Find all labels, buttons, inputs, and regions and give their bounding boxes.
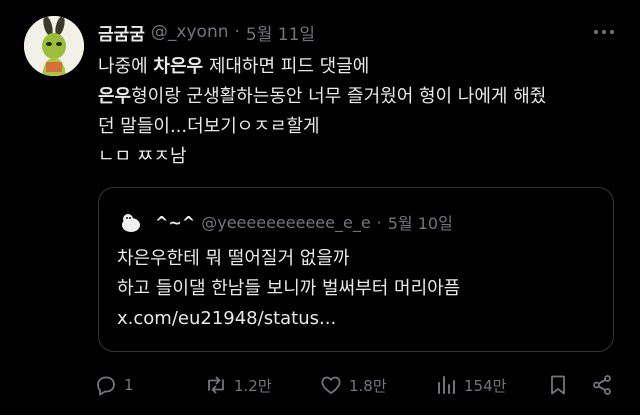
quoted-tweet[interactable]: ^~^ @yeeeeeeeeeee_e_e · 5월 10일 차은우한테 뭐 떨… [98,187,614,352]
quoted-line-2: 하고 들이댈 한남들 보니까 벌써부터 머리아픔 [117,278,461,299]
reply-button[interactable]: 1 [94,370,134,400]
reply-icon [97,376,115,396]
tweet-line-2-bold: 은우 [98,86,132,107]
quoted-tweet-text: 차은우한테 뭐 떨어질거 없을까 하고 들이댈 한남들 보니까 벌써부터 머리아… [117,244,460,334]
header-separator: · [234,22,240,42]
tweet-line-1-pre: 나중에 [98,56,154,77]
avatar-image [24,16,84,76]
like-button[interactable]: 1.8만 [319,370,387,400]
quoted-author-name[interactable]: ^~^ [155,213,195,232]
quoted-header-separator: · [376,212,382,232]
retweet-button[interactable]: 1.2만 [204,370,272,400]
quoted-tweet-date[interactable]: 5월 10일 [388,210,453,234]
retweet-icon [208,376,224,394]
quoted-author-avatar[interactable] [117,208,145,236]
tweet-header: 금굼굼 @_xyonn · 5월 11일 [98,18,315,46]
tweet-line-1: 나중에 차은우 제대하면 피드 댓글에 [98,52,618,82]
quoted-tweet-header: ^~^ @yeeeeeeeeeee_e_e · 5월 10일 [117,208,453,236]
views-icon [438,376,455,394]
tweet-line-3: 던 말들이...더보기ㅇㅈㄹ할게 [98,116,320,137]
tweet-line-1-bold: 차은우 [153,56,204,77]
views-button[interactable]: 154만 [434,370,506,400]
view-count: 154만 [464,376,507,395]
more-icon[interactable] [594,30,614,34]
author-name[interactable]: 금굼굼 [98,20,145,45]
tweet-line-2: 은우형이랑 군생활하는동안 너무 즐거웠어 형이 나에게 해줬 [98,82,618,112]
share-icon [593,375,611,395]
retweet-count: 1.2만 [234,376,272,395]
author-handle[interactable]: @_xyonn [151,22,229,42]
tweet-line-4: ㄴㅁ ㅉㅈ남 [98,146,187,167]
like-icon [321,376,341,394]
action-bar: 1 1.2만 1.8만 154만 [94,370,624,400]
bookmark-button[interactable] [546,370,570,400]
quoted-author-handle[interactable]: @yeeeeeeeeeee_e_e [201,213,370,232]
seal-avatar-image [117,208,145,236]
tweet-line-2-post: 형이랑 군생활하는동안 너무 즐거웠어 형이 나에게 해줬 [131,86,547,107]
quoted-line-1: 차은우한테 뭐 떨어질거 없을까 [117,248,350,269]
reply-count: 1 [124,376,134,394]
bookmark-icon [551,375,565,395]
quoted-link[interactable]: x.com/eu21948/status... [117,304,460,334]
tweet-date[interactable]: 5월 11일 [246,20,315,45]
tweet-line-1-post: 제대하면 피드 댓글에 [203,56,370,77]
author-avatar[interactable] [24,16,84,76]
share-button[interactable] [590,370,614,400]
tweet-text: 나중에 차은우 제대하면 피드 댓글에 은우형이랑 군생활하는동안 너무 즐거웠… [98,52,618,172]
tweet[interactable]: 금굼굼 @_xyonn · 5월 11일 나중에 차은우 제대하면 피드 댓글에… [0,0,640,415]
like-count: 1.8만 [349,376,387,395]
